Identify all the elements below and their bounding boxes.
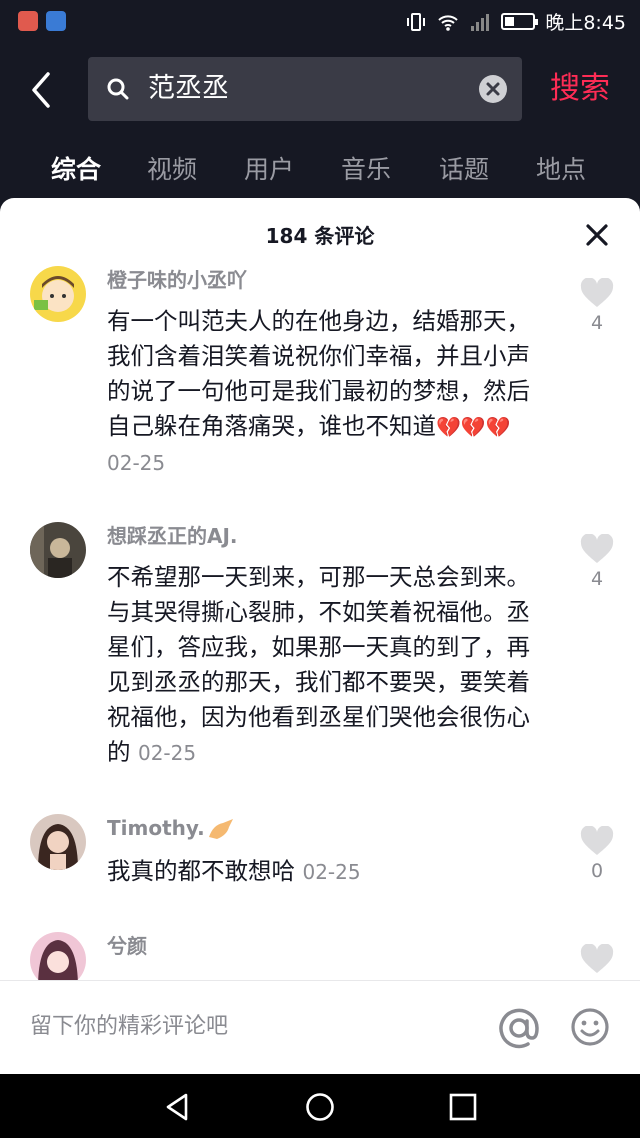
tab-places[interactable]: 地点: [536, 150, 586, 190]
heart-icon: [580, 278, 614, 307]
heart-icon: [580, 944, 614, 973]
app-notification-icon: [46, 11, 66, 31]
like-count: 4: [590, 312, 604, 334]
nav-recents-icon[interactable]: [448, 1092, 478, 1122]
comments-sheet: 184 条评论 橙子味的小丞吖 有一个叫范夫人的在他身边，结婚那天，我们含着泪笑…: [0, 198, 640, 1074]
nav-back-icon[interactable]: [162, 1092, 192, 1122]
search-icon: [107, 78, 129, 100]
like-button[interactable]: 4: [578, 534, 616, 590]
search-input[interactable]: 范丞丞: [88, 57, 522, 121]
tab-music[interactable]: 音乐: [341, 150, 391, 190]
heart-icon: [580, 826, 614, 855]
mention-icon[interactable]: [498, 1007, 540, 1049]
comment-text: 我真的都不敢想哈 02-25: [107, 857, 361, 885]
wifi-icon: [438, 14, 459, 31]
comment-text: 有一个叫范夫人的在他身边，结婚那天，我们含着泪笑着说祝你们幸福，并且小声的说了一…: [107, 307, 530, 475]
tab-topics[interactable]: 话题: [439, 150, 489, 190]
comment-time: 02-25: [302, 860, 361, 884]
close-icon[interactable]: [584, 222, 610, 248]
status-bar: 晚上8:45: [0, 0, 640, 44]
status-time: 晚上8:45: [545, 12, 626, 34]
like-button[interactable]: [578, 944, 616, 974]
like-button[interactable]: 0: [578, 826, 616, 882]
comment-username[interactable]: Timothy.: [107, 814, 235, 842]
like-count: 4: [590, 568, 604, 590]
heart-icon: [580, 534, 614, 563]
comment-username[interactable]: 想踩丞正的AJ.: [107, 522, 238, 550]
tab-users[interactable]: 用户: [244, 150, 294, 190]
tab-all[interactable]: 综合: [51, 150, 101, 190]
search-query: 范丞丞: [148, 73, 229, 104]
avatar[interactable]: [30, 522, 86, 578]
comment-username[interactable]: 兮颜: [107, 932, 147, 960]
search-button[interactable]: 搜索: [550, 68, 610, 110]
back-arrow-icon[interactable]: [24, 68, 60, 112]
broken-heart-emoji: 💔💔💔: [436, 415, 511, 439]
system-nav-bar: [0, 1074, 640, 1138]
clear-icon[interactable]: [478, 74, 508, 104]
tab-videos[interactable]: 视频: [147, 150, 197, 190]
like-count: 0: [590, 860, 604, 882]
comment-input-bar[interactable]: 留下你的精彩评论吧: [0, 980, 640, 1074]
signal-icon: [471, 13, 490, 31]
battery-icon: [501, 13, 539, 30]
mail-notification-icon: [18, 11, 38, 31]
comment-input[interactable]: 留下你的精彩评论吧: [30, 1011, 228, 1043]
search-tabs: 综合 视频 用户 音乐 话题 地点: [0, 150, 640, 196]
emoji-icon[interactable]: [570, 1007, 610, 1047]
avatar[interactable]: [30, 266, 86, 322]
vibrate-icon: [407, 12, 426, 31]
comment-time: 02-25: [107, 451, 166, 475]
comments-count-title: 184 条评论: [265, 224, 375, 248]
comment-username[interactable]: 橙子味的小丞吖: [107, 266, 247, 294]
nav-home-icon[interactable]: [305, 1092, 335, 1122]
comment-text: 不希望那一天到来，可那一天总会到来。与其哭得撕心裂肺，不如笑着祝福他。丞星们，答…: [107, 563, 530, 766]
comment-time: 02-25: [137, 741, 197, 765]
avatar[interactable]: [30, 814, 86, 870]
like-button[interactable]: 4: [578, 278, 616, 334]
fox-sticker-icon: [208, 818, 233, 839]
